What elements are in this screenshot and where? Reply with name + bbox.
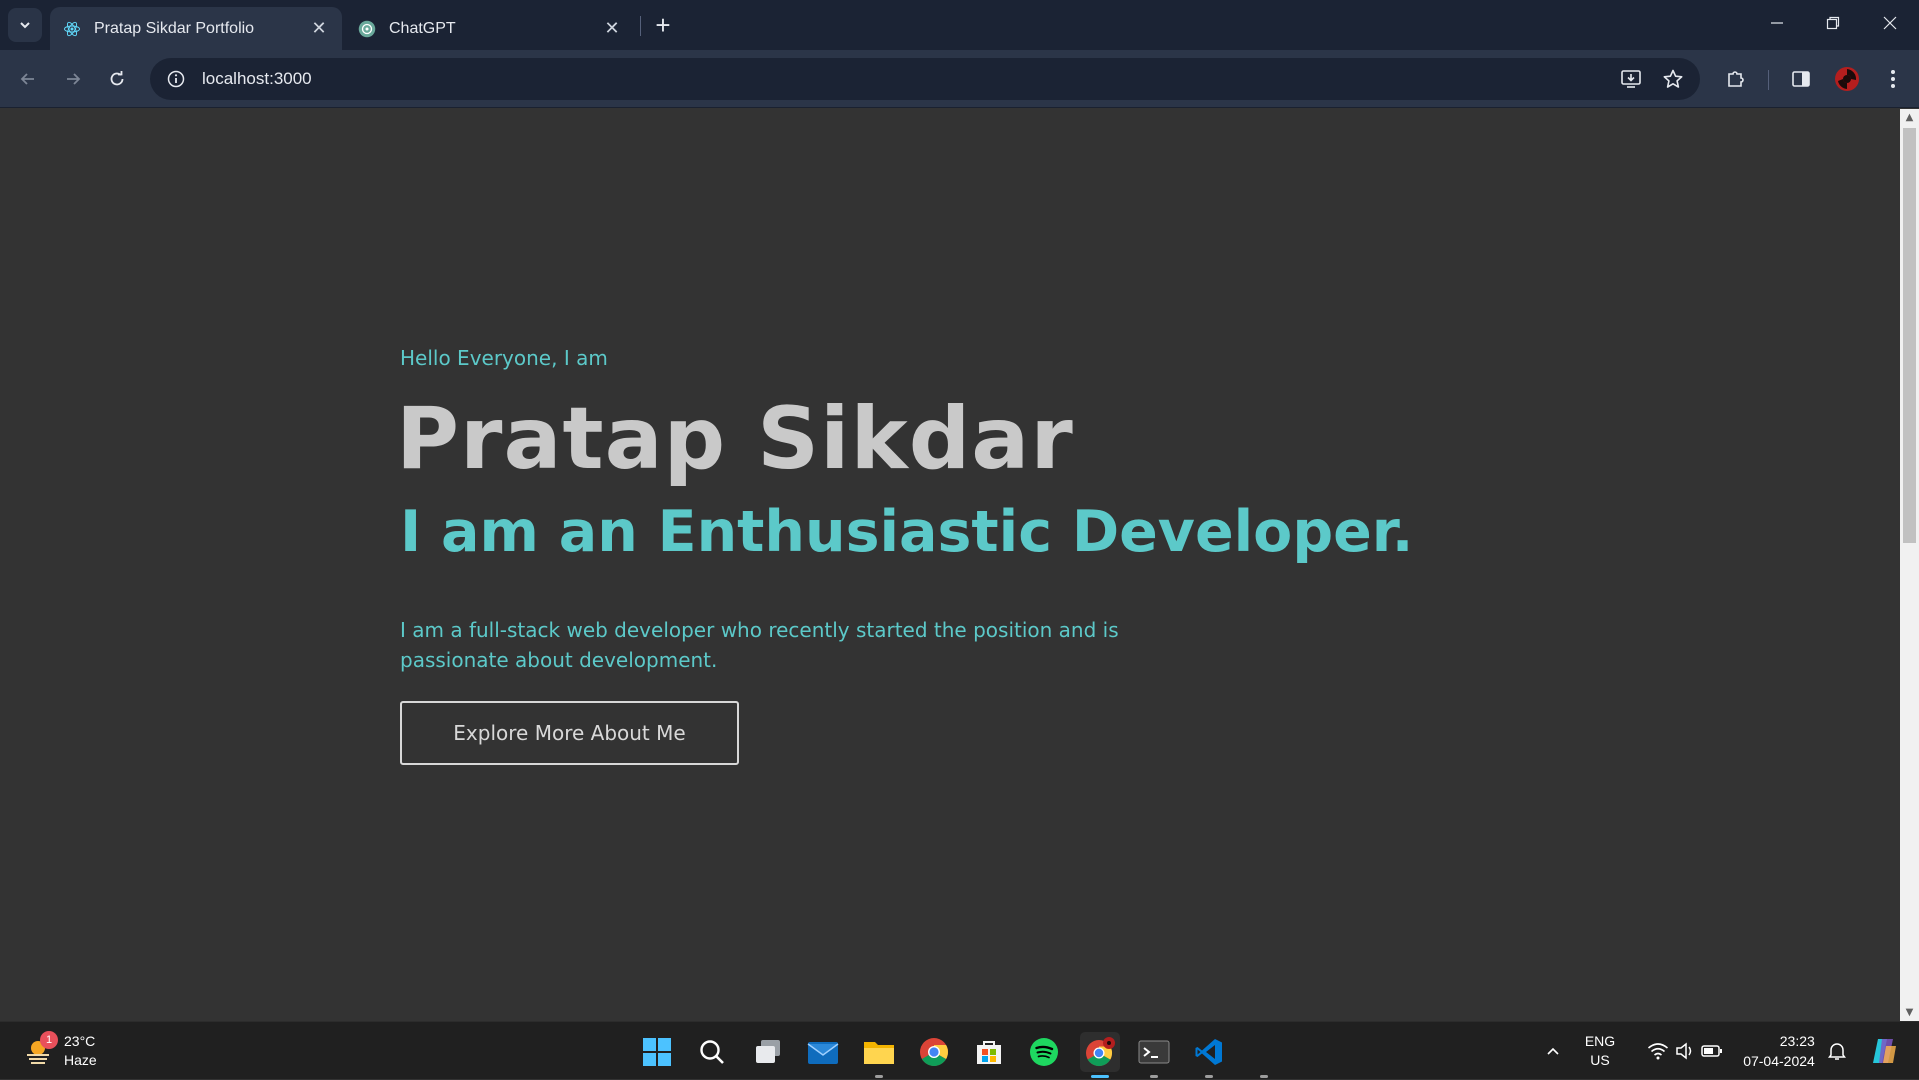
profile-avatar[interactable] (1830, 62, 1864, 96)
clock-date: 07-04-2024 (1743, 1053, 1815, 1069)
terminal-icon (1138, 1040, 1170, 1064)
show-hidden-icons-button[interactable] (1538, 1022, 1568, 1080)
scroll-up-arrow-icon[interactable]: ▲ (1900, 109, 1919, 126)
bookmark-star-icon[interactable] (1660, 66, 1686, 92)
arrow-right-icon (67, 73, 81, 85)
browser-tab-strip: Pratap Sikdar Portfolio ✕ ChatGPT ✕ + (0, 0, 1919, 50)
vscode-app[interactable] (1189, 1032, 1229, 1078)
toolbar-divider (1768, 70, 1769, 90)
tab-search-button[interactable] (8, 8, 42, 42)
spotify-icon (1030, 1038, 1058, 1066)
address-bar[interactable]: localhost:3000 (150, 58, 1700, 100)
vscode-icon (1195, 1039, 1222, 1065)
chrome-icon (920, 1038, 948, 1066)
tab-chatgpt[interactable]: ChatGPT ✕ (345, 7, 635, 50)
scroll-thumb[interactable] (1903, 128, 1916, 543)
back-button[interactable] (11, 62, 45, 96)
clock[interactable]: 23:23 07-04-2024 (1738, 1022, 1820, 1080)
side-panel-button[interactable] (1784, 62, 1818, 96)
side-panel-icon (1792, 71, 1810, 87)
kebab-menu-icon (1891, 70, 1895, 88)
mail-app[interactable] (803, 1032, 843, 1072)
copilot-button[interactable] (1864, 1022, 1904, 1080)
bell-icon (1828, 1043, 1846, 1060)
chrome-profile-app[interactable] (1080, 1032, 1120, 1078)
site-info-icon[interactable] (156, 58, 196, 100)
spotify-app[interactable] (1024, 1032, 1064, 1072)
close-icon (1883, 16, 1897, 30)
restore-button[interactable] (1805, 0, 1861, 46)
minimize-icon (1771, 22, 1783, 24)
url-text: localhost:3000 (202, 69, 312, 88)
haze-weather-icon: 1 (20, 1031, 58, 1069)
chevron-down-icon (20, 22, 30, 29)
wifi-icon (1647, 1043, 1669, 1060)
browser-toolbar: localhost:3000 (0, 50, 1919, 108)
close-tab-icon[interactable]: ✕ (308, 18, 330, 40)
hero-description: I am a full-stack web developer who rece… (400, 618, 1119, 672)
tab-title: Pratap Sikdar Portfolio (94, 19, 255, 37)
language-indicator[interactable]: ENG US (1576, 1022, 1624, 1080)
weather-temperature: 23°C (64, 1033, 96, 1049)
notification-badge: 1 (40, 1031, 58, 1049)
new-tab-button[interactable]: + (648, 10, 678, 40)
close-window-button[interactable] (1862, 0, 1918, 46)
page-scrollbar[interactable]: ▲ ▼ (1900, 109, 1919, 1021)
page-viewport: Hello Everyone, I am Pratap Sikdar I am … (0, 109, 1900, 1021)
install-app-icon[interactable] (1618, 66, 1644, 92)
windows-start-icon (643, 1038, 671, 1066)
explore-more-button[interactable]: Explore More About Me (400, 701, 739, 765)
tab-portfolio[interactable]: Pratap Sikdar Portfolio ✕ (50, 7, 342, 50)
windows-taskbar: 1 23°C Haze ENG US 23:23 07-04-2024 (0, 1021, 1919, 1079)
weather-widget[interactable]: 1 23°C Haze (20, 1028, 130, 1074)
minimize-button[interactable] (1749, 0, 1805, 46)
running-indicator (1260, 1075, 1268, 1078)
search-icon (700, 1040, 724, 1064)
arrow-left-icon (20, 73, 34, 85)
browser-menu-button[interactable] (1876, 62, 1910, 96)
hero-tagline: I am an Enthusiastic Developer. (400, 499, 1414, 565)
language-code: ENG (1584, 1033, 1616, 1049)
file-explorer-app[interactable] (859, 1032, 899, 1078)
react-icon (62, 19, 82, 39)
chevron-up-icon (1547, 1047, 1559, 1055)
task-view-button[interactable] (748, 1032, 788, 1072)
extensions-button[interactable] (1719, 62, 1753, 96)
reload-icon (110, 71, 124, 86)
mail-icon (807, 1042, 839, 1064)
start-button[interactable] (637, 1032, 677, 1072)
hero-name: Pratap Sikdar (396, 389, 1074, 489)
terminal-app[interactable] (1134, 1032, 1174, 1078)
chrome-app[interactable] (914, 1032, 954, 1072)
running-indicator (875, 1075, 883, 1078)
keyboard-region: US (1590, 1052, 1610, 1068)
task-view-icon (756, 1040, 780, 1063)
chatgpt-icon (357, 19, 377, 39)
chrome-profile-icon (1086, 1037, 1115, 1067)
reload-button[interactable] (100, 62, 134, 96)
taskbar-search-button[interactable] (692, 1032, 732, 1072)
microsoft-store-app[interactable] (969, 1032, 1009, 1072)
tab-title: ChatGPT (389, 19, 456, 37)
copilot-icon (1873, 1039, 1896, 1063)
restore-icon (1826, 16, 1840, 30)
quick-settings-button[interactable] (1636, 1022, 1734, 1080)
scroll-down-arrow-icon[interactable]: ▼ (1900, 1004, 1919, 1021)
running-indicator (1150, 1075, 1158, 1078)
running-indicator (1205, 1075, 1213, 1078)
tab-divider (640, 16, 641, 36)
volume-icon (1676, 1042, 1692, 1060)
file-explorer-icon (864, 1042, 894, 1064)
weather-condition: Haze (64, 1052, 97, 1068)
hidden-running-app[interactable] (1244, 1032, 1284, 1078)
clock-time: 23:23 (1779, 1033, 1815, 1049)
close-tab-icon[interactable]: ✕ (601, 18, 623, 40)
hero-greeting: Hello Everyone, I am (400, 346, 608, 370)
store-icon (977, 1041, 1001, 1064)
forward-button[interactable] (56, 62, 90, 96)
running-indicator (1091, 1075, 1109, 1078)
battery-icon (1701, 1045, 1722, 1057)
notifications-button[interactable] (1822, 1022, 1852, 1080)
puzzle-icon (1728, 71, 1744, 87)
